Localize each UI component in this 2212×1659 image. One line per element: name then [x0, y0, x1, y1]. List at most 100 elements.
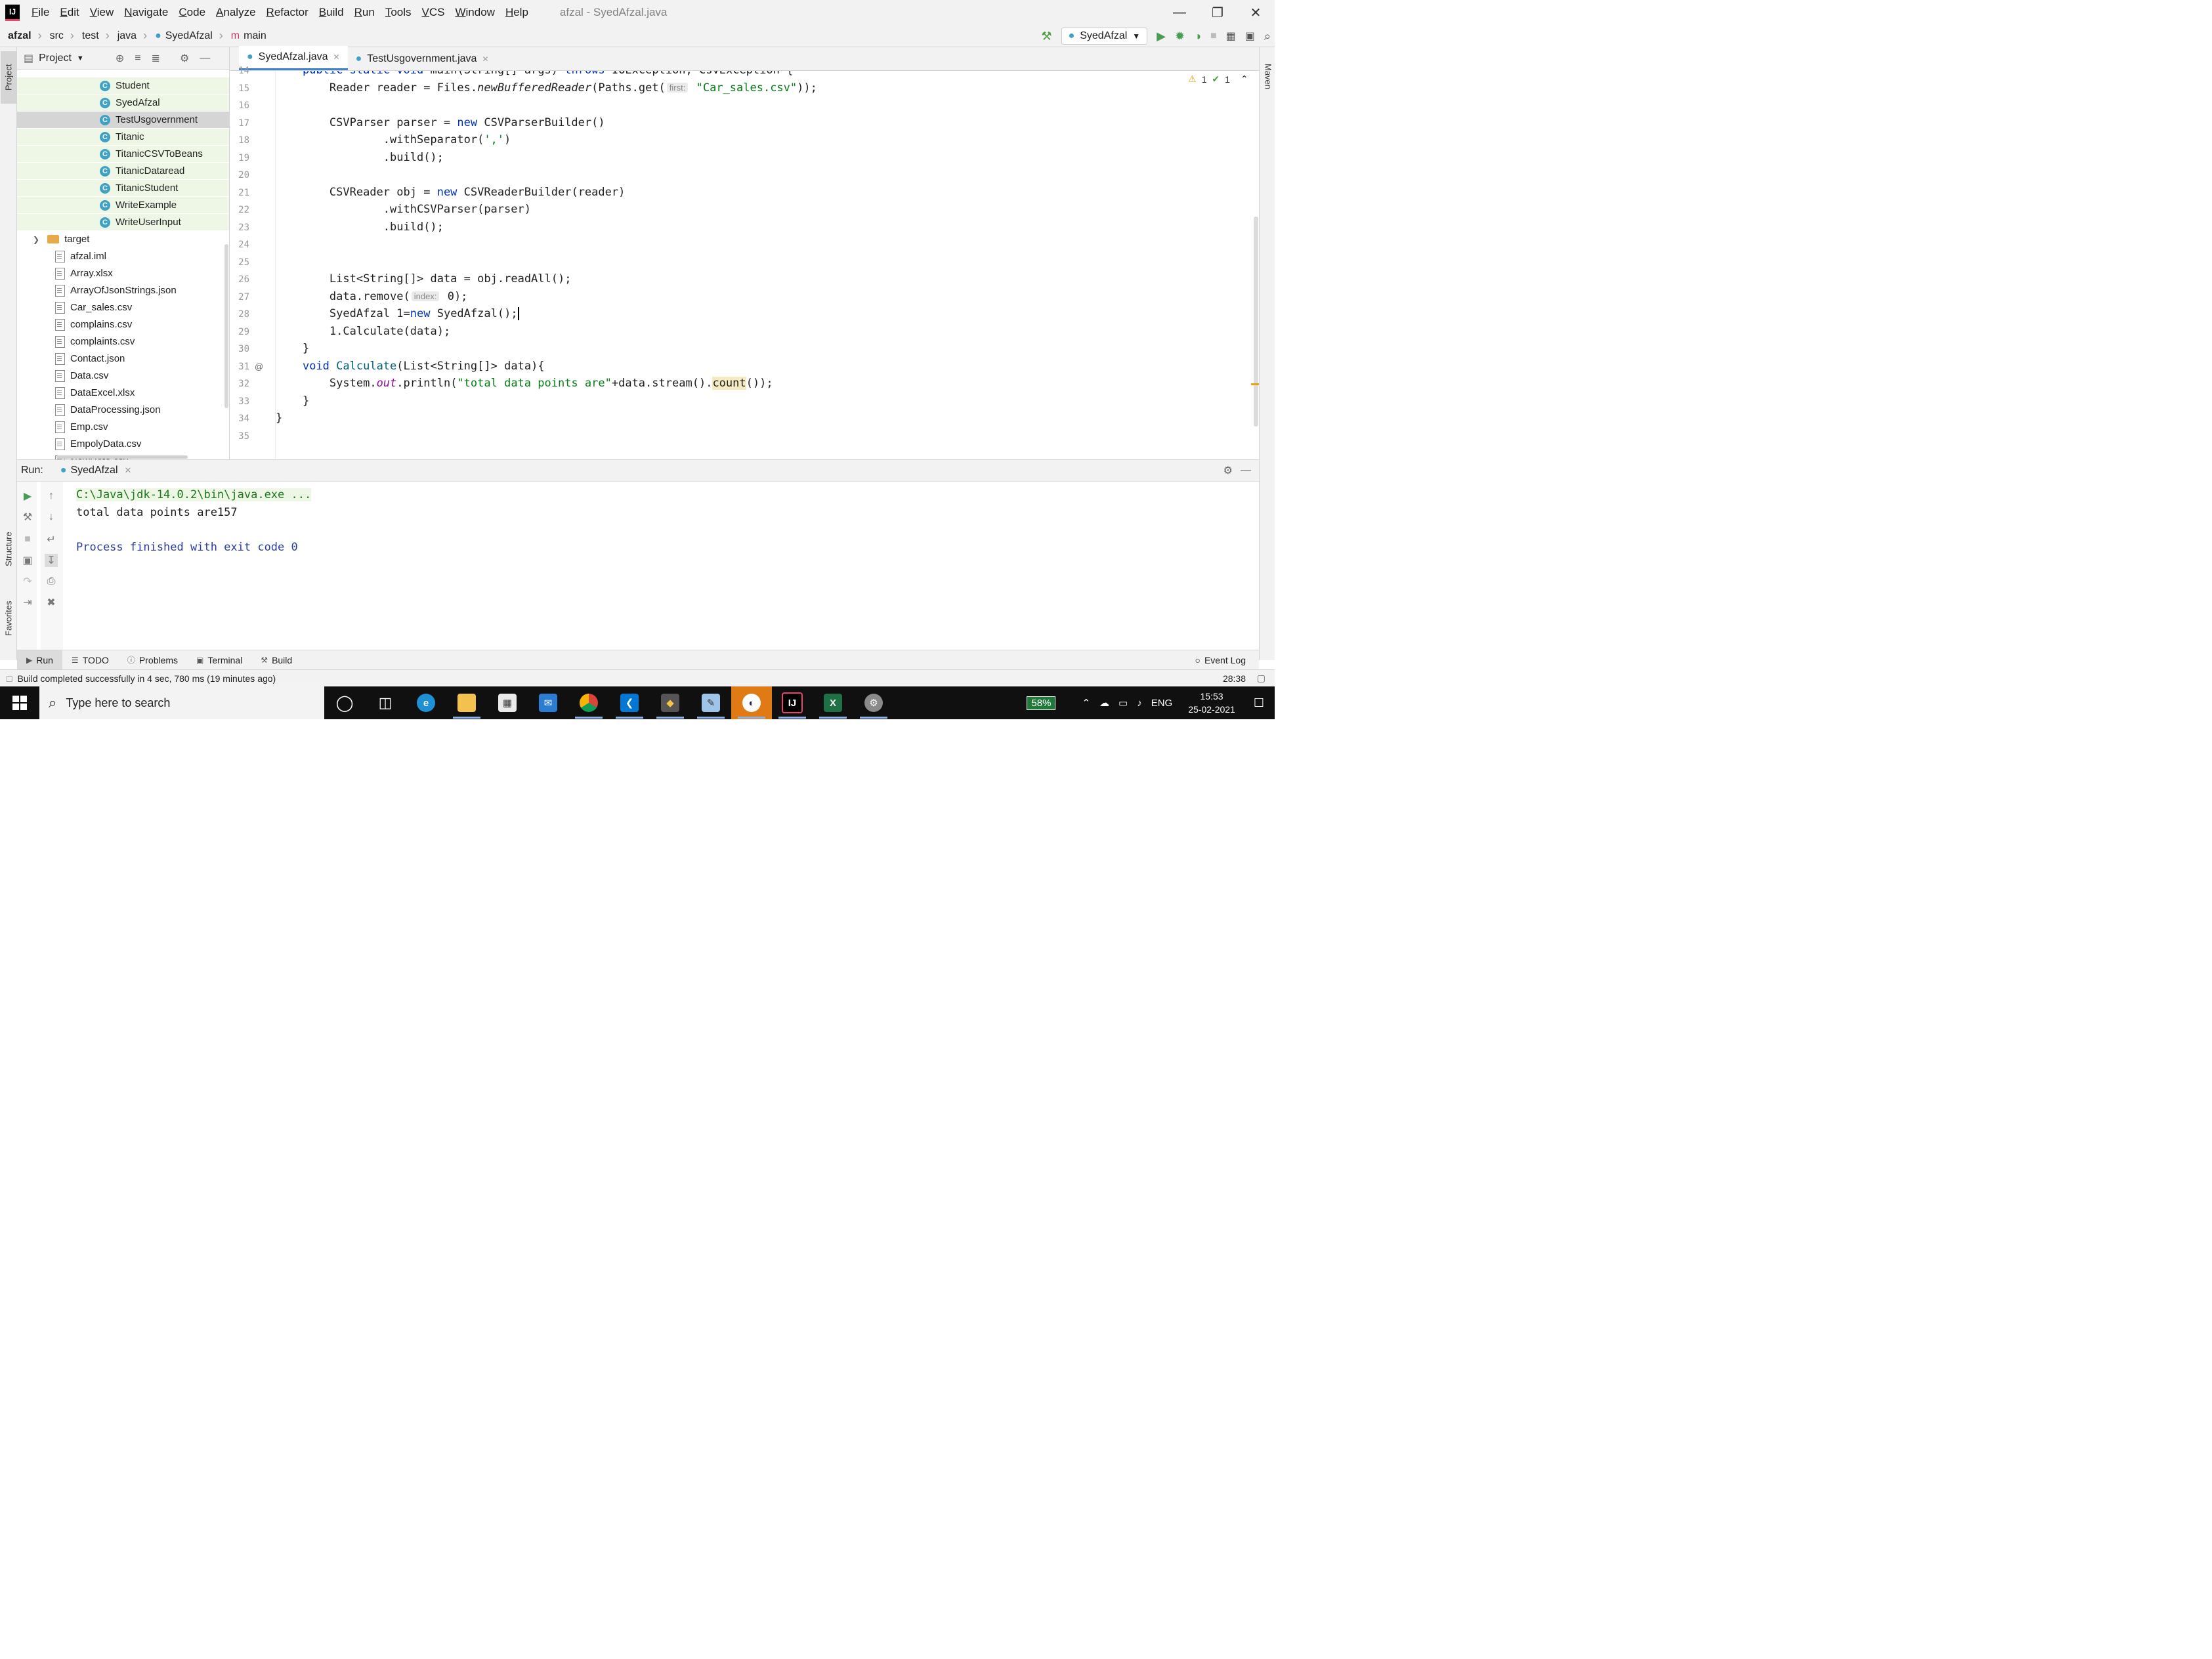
tree-item[interactable]: ArrayOfJsonStrings.json [17, 282, 229, 299]
start-button[interactable] [0, 686, 39, 719]
stop-icon[interactable]: ■ [21, 533, 34, 546]
intellij-logo-icon[interactable]: IJ [5, 4, 20, 21]
run-tab-label[interactable]: SyedAfzal [70, 465, 117, 476]
restore-button[interactable]: ❐ [1199, 0, 1237, 25]
scroll-to-end-icon[interactable]: ↧ [45, 554, 58, 567]
close-icon[interactable]: ✕ [333, 52, 340, 62]
clock[interactable]: 15:53 25-02-2021 [1188, 690, 1235, 716]
editor-tab[interactable]: ● TestUsgovernment.java ✕ [348, 48, 497, 70]
breadcrumb-item[interactable]: test › [82, 29, 110, 43]
menu-window[interactable]: Window [455, 6, 494, 19]
breadcrumb-item[interactable]: m main [231, 30, 266, 42]
edge-app[interactable]: e [406, 686, 446, 719]
editor-tab[interactable]: ● SyedAfzal.java ✕ [239, 46, 348, 70]
close-button[interactable]: ✕ [1237, 0, 1275, 25]
menu-navigate[interactable]: Navigate [124, 6, 168, 19]
minimize-button[interactable]: — [1160, 0, 1199, 25]
breadcrumb-item[interactable]: java › [117, 29, 147, 43]
search-icon[interactable]: ⌕ [1264, 30, 1271, 43]
breadcrumb-item[interactable]: afzal › [8, 29, 42, 43]
chrome-app[interactable] [568, 686, 609, 719]
git-app[interactable]: ◆ [650, 686, 691, 719]
store-app[interactable]: ▦ [487, 686, 528, 719]
tree-item[interactable]: complaints.csv [17, 333, 229, 350]
trash-icon[interactable]: ✖ [45, 596, 58, 609]
other-app[interactable]: ⚙ [853, 686, 894, 719]
tree-item[interactable]: C TitanicCSVToBeans [17, 146, 229, 162]
tool-tab-problems[interactable]: ⓘ Problems [118, 650, 187, 670]
code-editor[interactable]: public static void main(String[] args) t… [276, 71, 1252, 459]
tree-item[interactable]: Data.csv [17, 368, 229, 384]
tree-item[interactable]: Emp.csv [17, 419, 229, 435]
status-message[interactable]: Build completed successfully in 4 sec, 7… [17, 673, 276, 684]
locate-icon[interactable]: ⊕ [116, 52, 124, 65]
chevron-down-icon[interactable]: ▼ [77, 54, 84, 62]
mail-app[interactable]: ✉ [528, 686, 568, 719]
menu-build[interactable]: Build [319, 6, 344, 19]
layout-icon[interactable]: ▣ [1245, 30, 1255, 43]
tree-item[interactable]: C WriteUserInput [17, 214, 229, 230]
volume-icon[interactable]: ♪ [1137, 698, 1142, 709]
menu-analyze[interactable]: Analyze [216, 6, 255, 19]
cortana-button[interactable]: ◯ [324, 686, 365, 719]
menu-code[interactable]: Code [179, 6, 205, 19]
tree-item[interactable]: EmpolyData.csv [17, 436, 229, 452]
lock-icon[interactable]: ▢ [1257, 673, 1266, 684]
menu-file[interactable]: File [32, 6, 49, 19]
tree-item[interactable]: C TitanicDataread [17, 163, 229, 179]
stop-icon[interactable]: ■ [1210, 30, 1217, 42]
debug-icon[interactable]: ✹ [1175, 30, 1185, 43]
tree-horizontal-scrollbar[interactable] [56, 455, 188, 459]
rerun-icon[interactable]: ▶ [21, 490, 34, 503]
tree-item[interactable]: C WriteExample [17, 197, 229, 213]
tree-item[interactable]: afzal.iml [17, 248, 229, 264]
task-view-button[interactable]: ◫ [365, 686, 406, 719]
console-output[interactable]: C:\Java\jdk-14.0.2\bin\java.exe ... total… [66, 482, 1259, 650]
project-tool-tab[interactable]: Project [1, 51, 16, 104]
menu-run[interactable]: Run [354, 6, 375, 19]
taskbar-search-box[interactable]: ⌕ Type here to search [39, 686, 324, 719]
onedrive-icon[interactable]: ☁ [1099, 697, 1109, 709]
project-structure-icon[interactable]: ▦ [1226, 30, 1236, 43]
tool-tab-todo[interactable]: ☰ TODO [62, 650, 118, 670]
breadcrumb-item[interactable]: ● SyedAfzal › [155, 29, 223, 43]
run-configuration-select[interactable]: ● SyedAfzal ▼ [1061, 28, 1148, 45]
chevron-right-icon[interactable]: ❯ [33, 235, 39, 244]
tree-scrollbar[interactable] [224, 244, 228, 408]
caret-position[interactable]: 28:38 [1223, 673, 1246, 684]
hide-icon[interactable]: — [200, 52, 210, 64]
arrow-up-icon[interactable]: ↑ [45, 490, 58, 503]
hide-icon[interactable]: — [1241, 465, 1251, 476]
tool-tab-terminal[interactable]: ▣ Terminal [187, 650, 251, 670]
status-window-icon[interactable]: □ [7, 673, 12, 684]
build-hammer-icon[interactable]: ⚒ [1041, 30, 1052, 43]
menu-edit[interactable]: Edit [60, 6, 79, 19]
collapse-all-icon[interactable]: ≣ [152, 52, 160, 65]
event-log-button[interactable]: ○ Event Log [1195, 655, 1246, 665]
intellij-app[interactable]: IJ [772, 686, 813, 719]
tree-item[interactable]: Car_sales.csv [17, 299, 229, 316]
tree-item[interactable]: ❯ target [17, 231, 229, 247]
warning-stripe-marker[interactable] [1251, 383, 1259, 385]
inspection-widget[interactable]: ⚠ 1 ✔ 1 ⌃ ⌄ [1188, 74, 1262, 85]
coverage-icon[interactable]: ◑ [1194, 30, 1201, 43]
tree-item[interactable]: C TestUsgovernment [17, 112, 229, 128]
project-panel-title[interactable]: Project [39, 52, 72, 64]
exit-icon[interactable]: ↷ [21, 575, 34, 588]
tree-item[interactable]: complains.csv [17, 316, 229, 333]
soft-wrap-icon[interactable]: ↵ [45, 533, 58, 546]
login-icon[interactable]: ⇥ [21, 596, 34, 609]
tree-item[interactable]: DataProcessing.json [17, 402, 229, 418]
battery-icon[interactable]: ▭ [1118, 697, 1128, 709]
tool-tab-run[interactable]: ▶ Run [17, 650, 62, 670]
wrench-icon[interactable]: ⚒ [21, 511, 34, 524]
notepad-app[interactable]: ✎ [691, 686, 731, 719]
menu-help[interactable]: Help [505, 6, 528, 19]
tree-item[interactable]: C Student [17, 77, 229, 94]
arrow-down-icon[interactable]: ↓ [45, 511, 58, 524]
notifications-icon[interactable]: ☐ [1254, 696, 1264, 710]
maven-tool-tab[interactable]: Maven [1260, 54, 1276, 100]
tree-item[interactable]: DataExcel.xlsx [17, 385, 229, 401]
breadcrumb-item[interactable]: src › [50, 29, 74, 43]
menu-refactor[interactable]: Refactor [266, 6, 308, 19]
